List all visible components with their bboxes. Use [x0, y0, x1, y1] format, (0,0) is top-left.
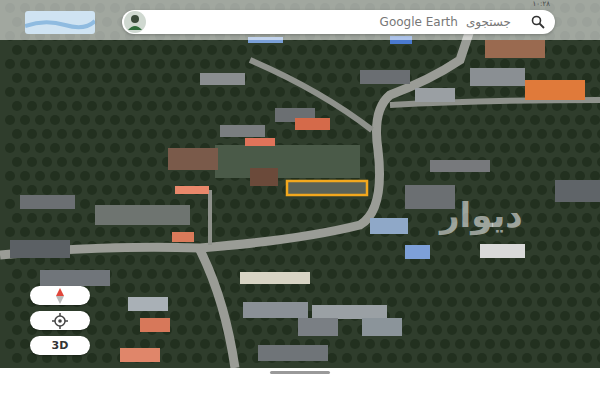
satellite-map[interactable]: دیوار ۱۰:۲۸ Google Earth جستجوی 3D	[0, 0, 600, 368]
watermark: دیوار	[440, 195, 523, 235]
bottom-bar	[0, 368, 600, 400]
status-time: ۱۰:۲۸	[533, 0, 550, 8]
search-brand: Google Earth	[380, 15, 458, 29]
map-layers-button[interactable]	[25, 11, 95, 34]
compass-button[interactable]	[30, 286, 90, 305]
my-location-button[interactable]	[30, 311, 90, 330]
search-placeholder: جستجوی	[466, 15, 511, 29]
location-icon	[52, 313, 68, 329]
home-indicator[interactable]	[270, 371, 330, 374]
status-bar: ۱۰:۲۸	[0, 0, 600, 8]
3d-label: 3D	[52, 339, 69, 352]
search-bar[interactable]: Google Earth جستجوی	[122, 10, 555, 34]
profile-avatar-icon[interactable]	[124, 11, 146, 33]
compass-icon	[53, 288, 67, 304]
map-controls: 3D	[30, 286, 90, 355]
highlighted-parcel	[287, 181, 367, 195]
satellite-imagery	[0, 0, 600, 368]
3d-button[interactable]: 3D	[30, 336, 90, 355]
top-bar: ۱۰:۲۸ Google Earth جستجوی	[0, 0, 600, 40]
search-icon[interactable]	[531, 15, 545, 29]
map-thumbnail-icon	[25, 11, 95, 34]
google-earth-screen: دیوار ۱۰:۲۸ Google Earth جستجوی 3D	[0, 0, 600, 400]
